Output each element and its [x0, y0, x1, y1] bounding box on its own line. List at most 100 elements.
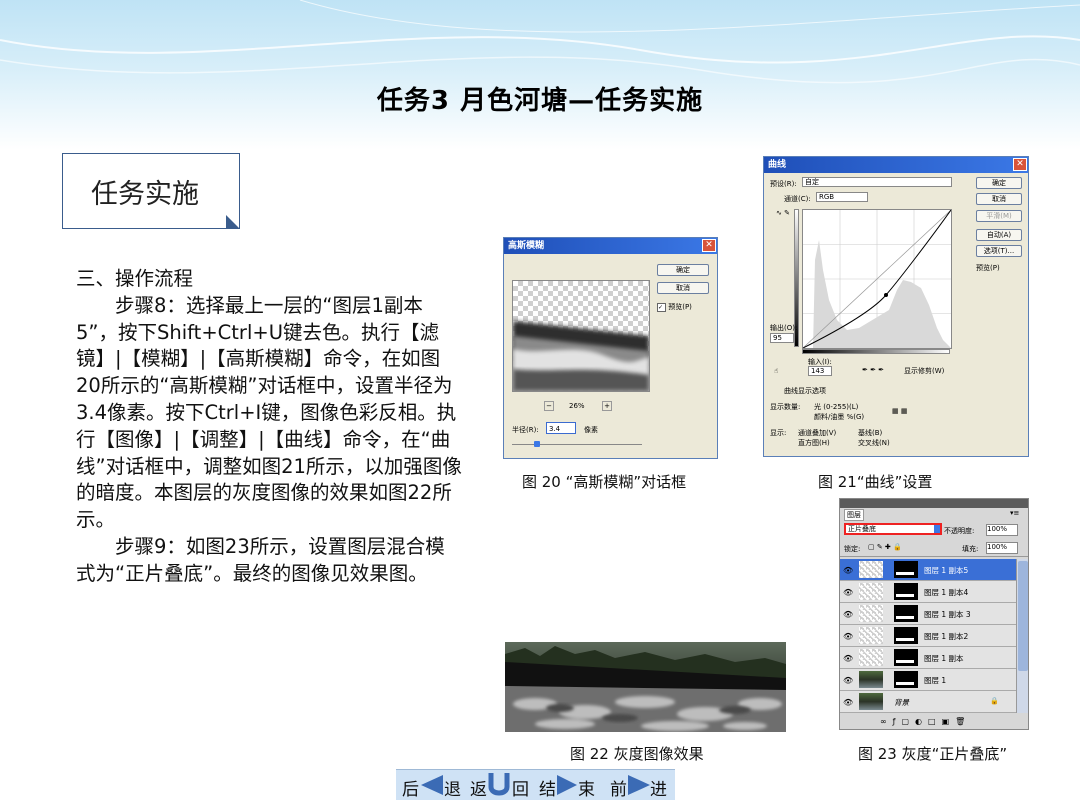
eye-icon[interactable]: 👁	[843, 654, 853, 663]
layer-row[interactable]: 👁 背景 🔒	[840, 691, 1016, 713]
dialog-titlebar: 曲线 ✕	[764, 157, 1028, 173]
curves-ok-button[interactable]: 确定	[976, 177, 1022, 189]
channel-select[interactable]: RGB	[816, 192, 868, 202]
histogram-checkbox[interactable]: 直方图(H)	[798, 438, 830, 448]
fill-input[interactable]: 100%	[986, 542, 1018, 554]
caption-fig21: 图 21“曲线”设置	[818, 473, 933, 491]
layer-name: 图层 1 副本4	[924, 588, 969, 597]
layer-row[interactable]: 👁 图层 1 副本	[840, 647, 1016, 669]
nav-forward-char2[interactable]: 进	[650, 775, 667, 800]
smooth-button[interactable]: 平滑(M)	[976, 210, 1022, 222]
layer-thumbnail	[859, 627, 883, 644]
panel-footer-icons[interactable]: ∞ƒ▢◐□▣🗑	[880, 717, 971, 726]
curve-display-options-label[interactable]: 曲线显示选项	[784, 386, 826, 396]
layer-row[interactable]: 👁 图层 1 副本4	[840, 581, 1016, 603]
step8-text: 步骤8：选择最上一层的“图层1副本5”，按下Shift+Ctrl+U键去色。执行…	[76, 293, 462, 532]
eyedropper-icons[interactable]: ✒ ✒ ✒	[862, 366, 884, 374]
return-arrow-icon[interactable]	[488, 773, 510, 797]
cancel-button[interactable]: 取消	[657, 282, 709, 294]
blur-preview	[512, 280, 650, 392]
layer-name: 图层 1	[924, 676, 947, 685]
zoom-in-icon[interactable]: +	[602, 401, 612, 411]
input-input[interactable]: 143	[808, 366, 832, 376]
blend-dropdown-icon[interactable]	[934, 525, 940, 533]
eye-icon[interactable]: 👁	[843, 610, 853, 619]
eye-icon[interactable]: 👁	[843, 632, 853, 641]
preset-select[interactable]: 自定	[802, 177, 952, 187]
pigment-radio[interactable]: 颜料/油墨 %(G)	[814, 412, 864, 422]
layer-row[interactable]: 👁 图层 1 副本2	[840, 625, 1016, 647]
layer-row[interactable]: 👁 图层 1	[840, 669, 1016, 691]
layer-thumbnail	[859, 561, 883, 578]
forward-arrow-icon[interactable]	[628, 775, 650, 795]
blend-mode-select[interactable]: 正片叠底	[844, 523, 942, 535]
back-arrow-icon[interactable]	[421, 775, 443, 795]
folded-corner	[226, 215, 240, 229]
scrollbar-thumb[interactable]	[1018, 561, 1028, 671]
radius-slider-track[interactable]	[512, 444, 642, 445]
show-amount-label: 显示数量:	[770, 403, 801, 411]
channel-overlays-checkbox[interactable]: 通道叠加(V)	[798, 428, 836, 438]
auto-button[interactable]: 自动(A)	[976, 229, 1022, 241]
mask-thumbnail	[894, 671, 918, 688]
checkbox-icon: ✓	[657, 302, 666, 312]
radius-input[interactable]: 3.4	[546, 422, 576, 434]
zoom-out-icon[interactable]: −	[544, 401, 554, 411]
layer-thumbnail	[859, 693, 883, 710]
close-icon[interactable]: ✕	[1013, 158, 1027, 171]
hand-tool-icon[interactable]: ☝	[774, 367, 778, 375]
radius-slider-thumb[interactable]	[534, 441, 540, 447]
divider	[840, 556, 1028, 557]
nav-end-char2[interactable]: 束	[578, 775, 595, 800]
show-label: 显示:	[770, 429, 787, 437]
layers-panel: 图层 ▾≡ 正片叠底 不透明度: 100% 锁定: ▢ ✎ ✚ 🔒 填充: 10…	[839, 498, 1029, 730]
lock-icons[interactable]: ▢ ✎ ✚ 🔒	[868, 543, 902, 551]
opacity-input[interactable]: 100%	[986, 524, 1018, 536]
show-clipping-checkbox[interactable]: 显示修剪(W)	[904, 366, 944, 376]
layer-thumbnail	[859, 671, 883, 688]
caption-fig20: 图 20 “高斯模糊”对话框	[522, 473, 687, 491]
preset-label: 预设(R):	[770, 180, 797, 188]
layers-scrollbar[interactable]	[1016, 559, 1028, 713]
eye-icon[interactable]: 👁	[843, 588, 853, 597]
nav-forward-char1: 前	[610, 780, 627, 800]
nav-back-char2[interactable]: 退	[444, 775, 461, 800]
curves-graph[interactable]	[802, 209, 952, 349]
lock-icon: 🔒	[990, 697, 999, 705]
light-radio[interactable]: 光 (0-255)(L)	[814, 402, 858, 412]
fill-label: 填充:	[962, 545, 979, 553]
intersection-checkbox[interactable]: 交叉线(N)	[858, 438, 890, 448]
end-arrow-icon[interactable]	[557, 775, 577, 795]
curves-cancel-button[interactable]: 取消	[976, 193, 1022, 205]
curves-graph-svg	[802, 209, 952, 349]
eye-icon[interactable]: 👁	[843, 676, 853, 685]
eye-icon[interactable]: 👁	[843, 566, 853, 575]
preview-checkbox[interactable]: ✓ 预览(P)	[657, 302, 692, 312]
caption-fig23: 图 23 灰度“正片叠底”	[858, 745, 1008, 763]
caption-fig22: 图 22 灰度图像效果	[570, 745, 704, 763]
output-input[interactable]: 95	[770, 333, 794, 343]
baseline-checkbox[interactable]: 基线(B)	[858, 428, 882, 438]
curve-tool-icons[interactable]: ∿ ✎	[776, 209, 790, 217]
task-label: 任务实施	[91, 179, 199, 210]
ok-button[interactable]: 确定	[657, 264, 709, 276]
section-heading: 三、操作流程	[76, 267, 194, 290]
header-wave-decoration	[0, 0, 1080, 84]
nav-back-char1: 后	[402, 780, 419, 800]
nav-return-char2[interactable]: 回	[512, 775, 529, 800]
close-icon[interactable]: ✕	[702, 239, 716, 252]
grid-size-icons[interactable]: ▦ ▦	[892, 407, 907, 415]
layer-row[interactable]: 👁 图层 1 副本 3	[840, 603, 1016, 625]
input-gradient-bar	[802, 349, 950, 354]
layer-row[interactable]: 👁 图层 1 副本5	[840, 559, 1016, 581]
navigation-bar: 后 退 返 回 结 束 前 进	[396, 769, 675, 800]
layer-name: 图层 1 副本5	[924, 566, 969, 575]
layer-thumbnail	[859, 649, 883, 666]
nav-return-char1: 返	[470, 780, 487, 800]
curves-preview-checkbox[interactable]: 预览(P)	[976, 263, 1000, 273]
eye-icon[interactable]: 👁	[843, 698, 853, 707]
dialog-title: 高斯模糊	[508, 241, 545, 251]
layers-tab[interactable]: 图层	[844, 509, 864, 521]
panel-menu-icon[interactable]: ▾≡	[1010, 509, 1019, 517]
options-button[interactable]: 选项(T)...	[976, 245, 1022, 257]
